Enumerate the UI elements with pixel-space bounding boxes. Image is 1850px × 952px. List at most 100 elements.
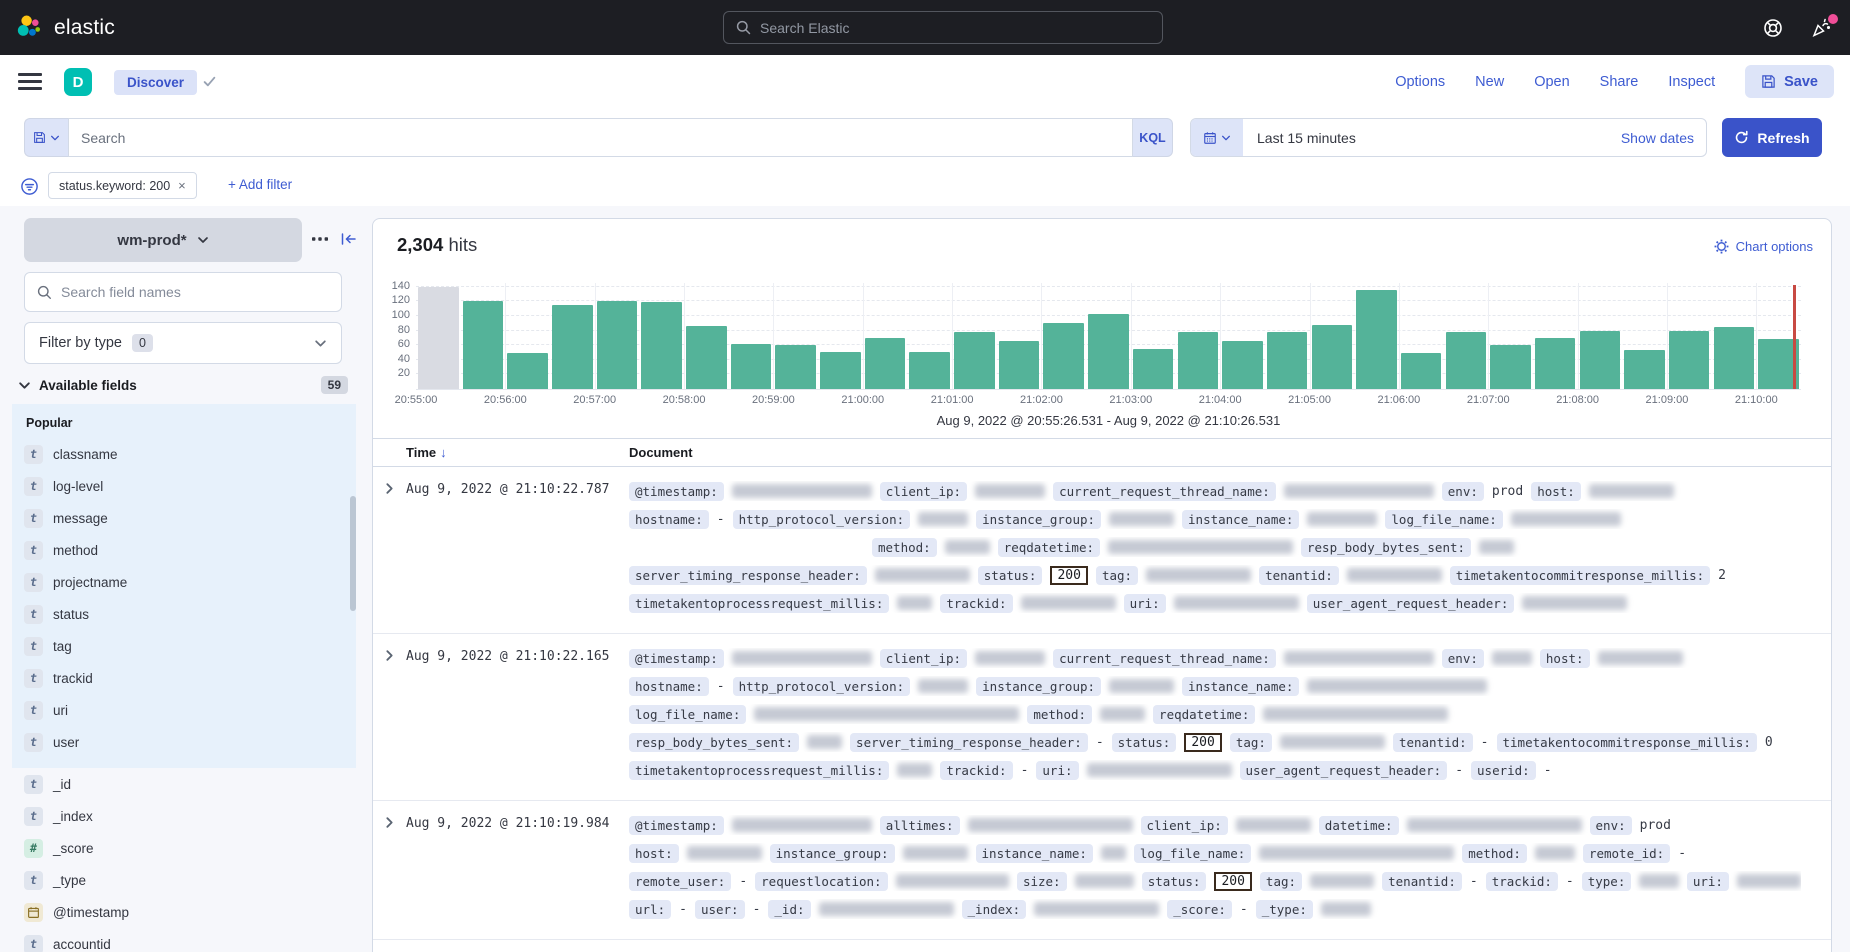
- field-chip[interactable]: requestlocation:: [755, 872, 887, 891]
- histogram-bar[interactable]: [1312, 325, 1353, 389]
- field-chip[interactable]: method:: [1462, 844, 1527, 863]
- filter-by-type-select[interactable]: Filter by type 0: [24, 322, 342, 364]
- field-item-_id[interactable]: t_id: [24, 768, 356, 800]
- field-item-tag[interactable]: ttag: [24, 630, 356, 662]
- add-filter-button[interactable]: + Add filter: [228, 177, 292, 192]
- field-search-input[interactable]: Search field names: [24, 272, 342, 312]
- field-chip[interactable]: @timestamp:: [629, 649, 724, 668]
- field-item-log-level[interactable]: tlog-level: [24, 470, 356, 502]
- field-item-_score[interactable]: #_score: [24, 832, 356, 864]
- boxes-horizontal-icon[interactable]: [312, 232, 328, 246]
- field-chip[interactable]: @timestamp:: [629, 816, 724, 835]
- field-chip[interactable]: instance_name:: [1182, 510, 1299, 529]
- histogram-bar[interactable]: [1133, 349, 1174, 389]
- field-item-accountid[interactable]: taccountid: [24, 928, 356, 952]
- field-chip[interactable]: timetakentoprocessrequest_millis:: [629, 594, 889, 613]
- field-chip[interactable]: tenantid:: [1382, 872, 1462, 891]
- field-item-trackid[interactable]: ttrackid: [24, 662, 356, 694]
- inspect-link[interactable]: Inspect: [1668, 74, 1715, 90]
- field-chip[interactable]: resp_body_bytes_sent:: [629, 733, 799, 752]
- options-link[interactable]: Options: [1395, 74, 1445, 90]
- calendar-menu-button[interactable]: [1191, 119, 1243, 156]
- field-chip[interactable]: tag:: [1260, 872, 1302, 891]
- field-chip[interactable]: hostname:: [629, 677, 709, 696]
- field-chip[interactable]: reqdatetime:: [998, 538, 1100, 557]
- histogram-bar[interactable]: [418, 287, 459, 389]
- field-chip[interactable]: datetime:: [1319, 816, 1399, 835]
- field-item-uri[interactable]: turi: [24, 694, 356, 726]
- field-chip[interactable]: remote_user:: [629, 872, 731, 891]
- field-chip[interactable]: _index:: [962, 900, 1027, 919]
- field-chip[interactable]: server_timing_response_header:: [629, 566, 867, 585]
- field-chip[interactable]: method:: [872, 538, 937, 557]
- field-item-user[interactable]: tuser: [24, 726, 356, 758]
- histogram-bar[interactable]: [1178, 332, 1219, 389]
- field-chip[interactable]: hostname:: [629, 510, 709, 529]
- histogram-bar[interactable]: [552, 305, 593, 389]
- field-chip[interactable]: trackid:: [940, 594, 1012, 613]
- field-chip[interactable]: instance_group:: [770, 844, 895, 863]
- field-chip[interactable]: @timestamp:: [629, 482, 724, 501]
- field-chip[interactable]: _score:: [1167, 900, 1232, 919]
- field-chip[interactable]: tag:: [1230, 733, 1272, 752]
- field-chip[interactable]: status:: [1142, 872, 1207, 891]
- field-chip[interactable]: reqdatetime:: [1153, 705, 1255, 724]
- histogram-bar[interactable]: [1267, 332, 1308, 389]
- expand-row-button[interactable]: [383, 816, 396, 829]
- time-range-value[interactable]: Last 15 minutes: [1257, 130, 1356, 146]
- field-chip[interactable]: env:: [1590, 816, 1632, 835]
- collapse-sidebar-icon[interactable]: [340, 231, 357, 247]
- filter-icon[interactable]: [20, 177, 39, 196]
- elastic-logo[interactable]: elastic: [16, 14, 115, 41]
- field-chip[interactable]: http_protocol_version:: [733, 510, 911, 529]
- histogram-bar[interactable]: [507, 353, 548, 389]
- field-chip[interactable]: uri:: [1124, 594, 1166, 613]
- news-party-icon[interactable]: [1806, 13, 1836, 43]
- refresh-button[interactable]: Refresh: [1722, 118, 1822, 157]
- field-chip[interactable]: uri:: [1036, 761, 1078, 780]
- field-chip[interactable]: host:: [1531, 482, 1581, 501]
- sidebar-scrollbar[interactable]: [350, 496, 356, 611]
- histogram-bar[interactable]: [1356, 290, 1397, 389]
- field-item-classname[interactable]: tclassname: [24, 438, 356, 470]
- histogram-bar[interactable]: [463, 301, 504, 389]
- remove-filter-icon[interactable]: ×: [178, 178, 186, 193]
- field-chip[interactable]: env:: [1442, 649, 1484, 668]
- field-chip[interactable]: host:: [629, 844, 679, 863]
- saved-query-menu-button[interactable]: [24, 118, 68, 157]
- sort-desc-icon[interactable]: ↓: [440, 445, 447, 460]
- new-link[interactable]: New: [1475, 74, 1504, 90]
- discover-app-badge[interactable]: D: [64, 68, 92, 96]
- field-chip[interactable]: instance_name:: [976, 844, 1093, 863]
- field-chip[interactable]: host:: [1540, 649, 1590, 668]
- histogram-bar[interactable]: [731, 344, 772, 389]
- field-chip[interactable]: alltimes:: [880, 816, 960, 835]
- histogram-bar[interactable]: [775, 345, 816, 389]
- field-chip[interactable]: current_request_thread_name:: [1053, 482, 1276, 501]
- expand-row-button[interactable]: [383, 649, 396, 662]
- field-chip[interactable]: log_file_name:: [1385, 510, 1502, 529]
- histogram-bar[interactable]: [954, 332, 995, 389]
- field-chip[interactable]: instance_group:: [976, 510, 1101, 529]
- open-link[interactable]: Open: [1534, 74, 1569, 90]
- global-search-input[interactable]: Search Elastic: [723, 11, 1163, 44]
- field-chip[interactable]: user:: [695, 900, 745, 919]
- help-icon[interactable]: [1758, 13, 1788, 43]
- field-item-projectname[interactable]: tprojectname: [24, 566, 356, 598]
- field-chip[interactable]: client_ip:: [880, 649, 967, 668]
- field-chip[interactable]: user_agent_request_header:: [1240, 761, 1448, 780]
- field-chip[interactable]: tag:: [1096, 566, 1138, 585]
- show-dates-button[interactable]: Show dates: [1621, 130, 1694, 146]
- field-chip[interactable]: client_ip:: [1141, 816, 1228, 835]
- field-chip[interactable]: tenantid:: [1393, 733, 1473, 752]
- field-chip[interactable]: user_agent_request_header:: [1307, 594, 1515, 613]
- histogram-bar[interactable]: [1401, 353, 1442, 389]
- field-chip[interactable]: timetakentocommitresponse_millis:: [1497, 733, 1757, 752]
- histogram-bar[interactable]: [686, 326, 727, 389]
- histogram-bar[interactable]: [1043, 323, 1084, 389]
- field-chip[interactable]: size:: [1017, 872, 1067, 891]
- field-chip[interactable]: server_timing_response_header:: [850, 733, 1088, 752]
- available-fields-header[interactable]: Available fields 59: [18, 376, 348, 394]
- field-chip[interactable]: timetakentocommitresponse_millis:: [1450, 566, 1710, 585]
- field-chip[interactable]: _id:: [768, 900, 810, 919]
